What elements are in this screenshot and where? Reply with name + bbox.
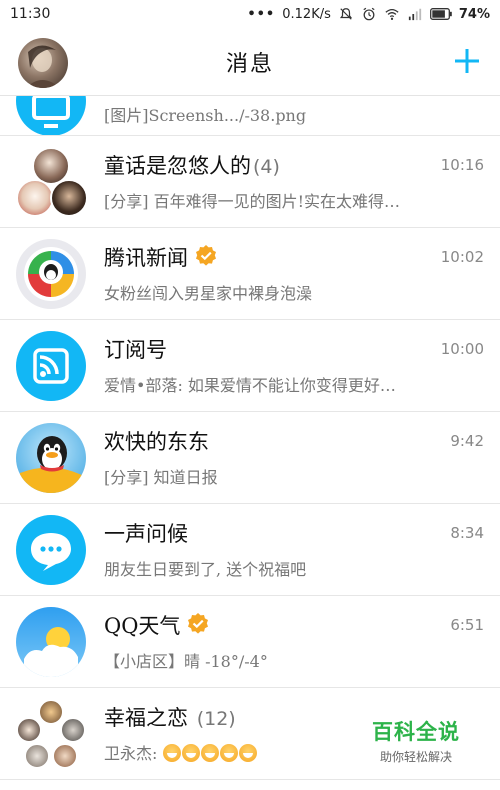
conversation-row[interactable]: 童话是忽悠人的 (4) 10:16 [分享] 百年难得一见的图片!实在太难得… [0, 136, 500, 228]
network-speed: 0.12K/s [282, 6, 331, 22]
profile-avatar[interactable] [18, 38, 68, 88]
conversation-title: 童话是忽悠人的 [104, 154, 251, 178]
conversation-preview: [图片]Screensh.../-38.png [104, 106, 307, 125]
tencent-news-logo-icon [16, 239, 86, 309]
member-avatar [38, 699, 64, 725]
chat-bubble-icon [16, 515, 86, 585]
conversation-time: 10:16 [440, 156, 484, 174]
conversation-name: 腾讯新闻 [104, 242, 218, 272]
member-avatar [50, 179, 88, 217]
conversation-preview: [分享] 百年难得一见的图片!实在太难得… [104, 192, 401, 211]
watermark-subtitle: 助你轻松解决 [379, 750, 452, 764]
battery-level: 74% [458, 6, 490, 22]
conversation-preview: [分享] 知道日报 [104, 468, 218, 487]
alarm-icon [363, 7, 375, 21]
conversation-name: 童话是忽悠人的 (4) [104, 150, 280, 180]
status-icons: ••• 0.12K/s 74% [247, 7, 490, 22]
conversation-title: 腾讯新闻 [104, 246, 188, 270]
member-avatar [60, 717, 86, 743]
conversation-time: 9:42 [450, 432, 484, 450]
verified-badge-icon [196, 245, 216, 266]
conversation-title: 幸福之恋 [104, 706, 188, 730]
mute-bell-icon [339, 8, 352, 20]
watermark: 百科全说 助你轻松解决 [372, 716, 460, 765]
nav-bar: 消息 [0, 28, 500, 96]
conversation-preview: 【小店区】晴 -18°/-4° [104, 652, 268, 671]
conversation-time: 8:34 [450, 524, 484, 542]
member-avatar [16, 179, 54, 217]
conversation-row[interactable]: 欢快的东东 9:42 [分享] 知道日报 [0, 412, 500, 504]
page-title: 消息 [225, 51, 274, 77]
rss-icon [16, 331, 86, 401]
qq-penguin-avatar [16, 423, 86, 493]
member-count: (4) [253, 156, 280, 178]
status-bar: 11:30 ••• 0.12K/s 74% [0, 0, 500, 28]
conversation-title: QQ天气 [104, 614, 181, 638]
conversation-preview: 朋友生日要到了, 送个祝福吧 [104, 560, 307, 579]
member-avatar [52, 743, 78, 769]
conversation-row[interactable]: 腾讯新闻 10:02 女粉丝闯入男星家中裸身泡澡 [0, 228, 500, 320]
member-avatar [16, 717, 42, 743]
group-avatar [16, 699, 88, 771]
member-avatar [24, 743, 50, 769]
conversation-row[interactable]: QQ天气 6:51 【小店区】晴 -18°/-4° [0, 596, 500, 688]
conversation-row[interactable]: 订阅号 10:00 爱情•部落: 如果爱情不能让你变得更好… [0, 320, 500, 412]
conversation-preview: 女粉丝闯入男星家中裸身泡澡 [104, 284, 313, 303]
grin-emoji-icon [201, 744, 220, 762]
member-count: (12) [196, 708, 236, 730]
watermark-title: 百科全说 [372, 720, 460, 744]
profile-photo [26, 45, 60, 88]
conversation-row[interactable]: 一声问候 8:34 朋友生日要到了, 送个祝福吧 [0, 504, 500, 596]
conversation-name: 一声问候 [104, 522, 188, 546]
conversation-list: [图片]Screensh.../-38.png 童话是忽悠人的 (4) 10:16… [0, 96, 500, 780]
conversation-name: 欢快的东东 [104, 430, 209, 454]
conversation-time: 10:02 [440, 248, 484, 266]
signal-icon [408, 8, 421, 21]
monitor-icon [16, 96, 86, 135]
conversation-name: 订阅号 [104, 338, 167, 362]
conversation-name: 幸福之恋 (12) [104, 702, 236, 732]
preview-sender: 卫永杰: [104, 744, 163, 763]
plus-icon[interactable] [452, 46, 482, 76]
grin-emoji-icon [163, 744, 182, 762]
battery-icon [429, 8, 452, 20]
weather-sun-icon [16, 607, 86, 677]
grin-emoji-icon [239, 744, 258, 762]
verified-badge-icon [188, 613, 209, 634]
grin-emoji-icon [220, 744, 239, 762]
conversation-preview: 爱情•部落: 如果爱情不能让你变得更好… [104, 376, 396, 395]
more-dots-icon: ••• [247, 6, 276, 22]
group-avatar [16, 147, 88, 219]
grin-emoji-icon [182, 744, 201, 762]
conversation-time: 10:00 [440, 340, 484, 358]
conversation-row[interactable]: [图片]Screensh.../-38.png [0, 96, 500, 136]
status-time: 11:30 [10, 6, 51, 22]
conversation-name: QQ天气 [104, 610, 210, 640]
wifi-icon [385, 8, 399, 20]
conversation-time: 6:51 [450, 616, 484, 634]
